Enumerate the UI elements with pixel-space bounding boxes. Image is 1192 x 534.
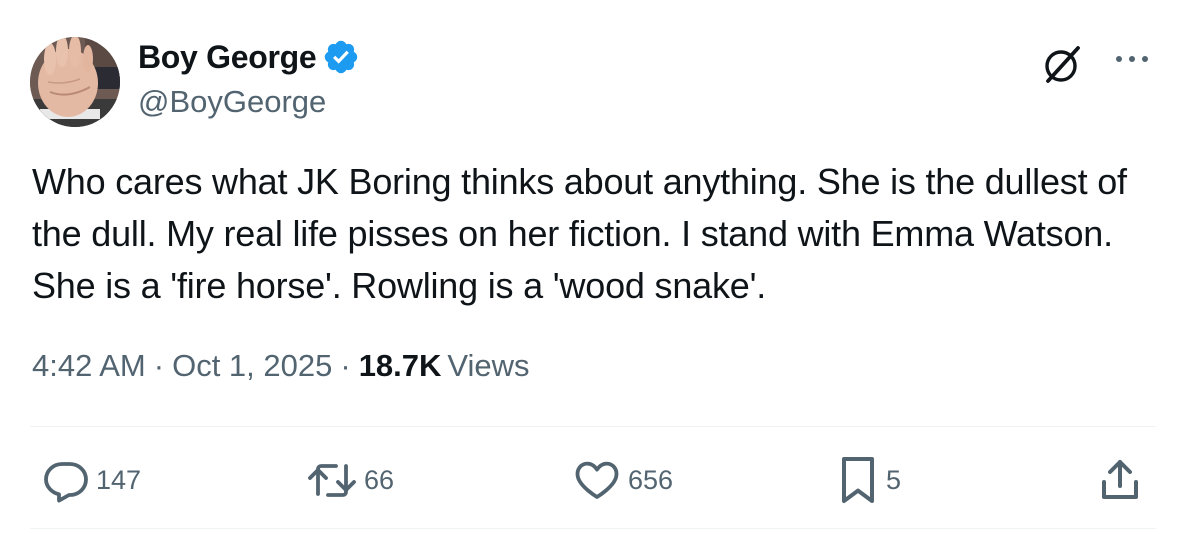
like-icon bbox=[572, 456, 622, 504]
avatar-image bbox=[30, 37, 120, 127]
author-name-row: Boy George bbox=[138, 38, 360, 76]
repost-icon bbox=[306, 456, 358, 504]
meta-separator: · bbox=[340, 348, 351, 383]
author-handle[interactable]: @BoyGeorge bbox=[138, 84, 326, 120]
bookmark-button[interactable]: 5 bbox=[836, 456, 901, 504]
avatar[interactable] bbox=[30, 37, 120, 127]
like-button[interactable]: 656 bbox=[572, 456, 673, 504]
verified-badge-icon[interactable] bbox=[322, 38, 360, 76]
repost-button[interactable]: 66 bbox=[306, 456, 394, 504]
views-label: Views bbox=[447, 348, 530, 383]
author-display-name[interactable]: Boy George bbox=[138, 39, 317, 76]
views-count[interactable]: 18.7K bbox=[359, 348, 442, 383]
reply-icon bbox=[42, 456, 90, 504]
bookmark-icon bbox=[836, 454, 880, 506]
grok-icon[interactable] bbox=[1040, 42, 1084, 86]
tweet-text: Who cares what JK Boring thinks about an… bbox=[32, 161, 1127, 306]
tweet-time[interactable]: 4:42 AM bbox=[32, 348, 146, 383]
bookmark-count: 5 bbox=[886, 464, 902, 495]
tweet-card: Boy George @BoyGeorge Who cares what JK … bbox=[0, 0, 1192, 534]
reply-count: 147 bbox=[96, 464, 142, 495]
meta-separator: · bbox=[153, 348, 165, 383]
divider-top bbox=[30, 426, 1156, 427]
repost-count: 66 bbox=[364, 464, 395, 495]
share-icon bbox=[1098, 456, 1142, 504]
tweet-date[interactable]: Oct 1, 2025 bbox=[172, 348, 332, 383]
share-button[interactable] bbox=[1098, 456, 1142, 504]
more-icon[interactable] bbox=[1112, 44, 1152, 74]
reply-button[interactable]: 147 bbox=[42, 456, 141, 504]
like-count: 656 bbox=[628, 464, 674, 495]
divider-bottom bbox=[30, 528, 1156, 529]
tweet-meta: 4:42 AM · Oct 1, 2025 · 18.7K Views bbox=[32, 348, 530, 384]
